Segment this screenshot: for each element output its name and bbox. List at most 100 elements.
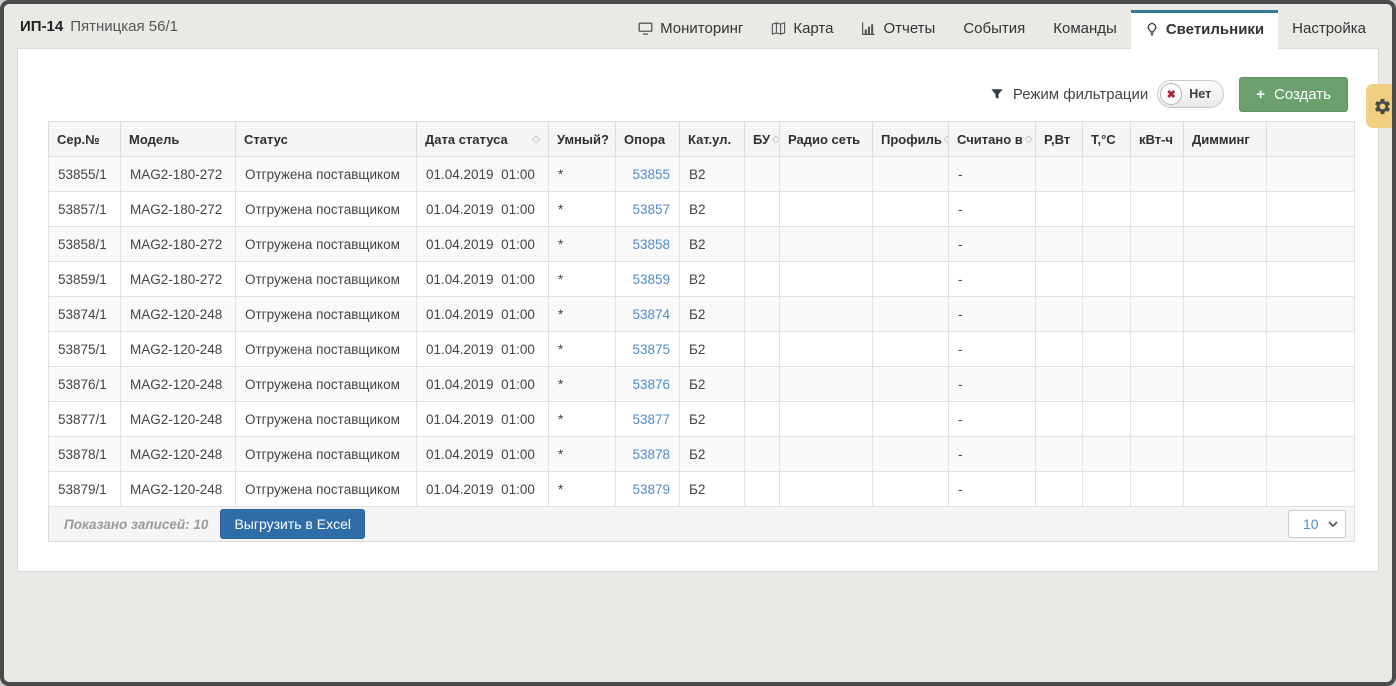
cell-dimming bbox=[1184, 437, 1267, 472]
cell-read-at: - bbox=[949, 227, 1036, 262]
cell-support: 53874 bbox=[616, 297, 680, 332]
table-row[interactable]: 53878/1MAG2-120-248Отгружена поставщиком… bbox=[49, 437, 1355, 472]
tab-events[interactable]: События bbox=[949, 10, 1039, 48]
column-label: БУ bbox=[753, 132, 770, 147]
cell-model: MAG2-180-272 bbox=[121, 157, 236, 192]
support-link[interactable]: 53857 bbox=[632, 202, 670, 217]
support-link[interactable]: 53855 bbox=[632, 167, 670, 182]
cell-status-date: 01.04.2019 01:00 bbox=[417, 262, 549, 297]
column-label: Димминг bbox=[1192, 132, 1250, 147]
toolbar: Режим фильтрации ✖ Нет + Создать bbox=[48, 75, 1348, 113]
tab-monitoring[interactable]: Мониторинг bbox=[624, 10, 757, 48]
footer-bar: Показано записей: 10 Выгрузить в Excel 1… bbox=[54, 509, 1349, 539]
table-row[interactable]: 53877/1MAG2-120-248Отгружена поставщиком… bbox=[49, 402, 1355, 437]
table-row[interactable]: 53875/1MAG2-120-248Отгружена поставщиком… bbox=[49, 332, 1355, 367]
col-dimming[interactable]: Димминг bbox=[1184, 122, 1267, 157]
cell-p-w bbox=[1036, 402, 1083, 437]
cell-status: Отгружена поставщиком bbox=[236, 472, 417, 507]
tab-commands[interactable]: Команды bbox=[1039, 10, 1131, 48]
monitor-icon bbox=[638, 21, 653, 36]
cell-model: MAG2-120-248 bbox=[121, 297, 236, 332]
cell-dimming bbox=[1184, 472, 1267, 507]
col-actions[interactable] bbox=[1267, 122, 1355, 157]
page-size-select[interactable]: 10 bbox=[1288, 510, 1346, 538]
filter-toggle[interactable]: ✖ Нет bbox=[1157, 80, 1224, 108]
tab-luminaires[interactable]: Светильники bbox=[1131, 10, 1278, 49]
col-radio-net[interactable]: Радио сеть bbox=[780, 122, 873, 157]
cell-support: 53878 bbox=[616, 437, 680, 472]
cell-smart: * bbox=[549, 402, 616, 437]
cell-street-cat: Б2 bbox=[680, 367, 745, 402]
support-link[interactable]: 53859 bbox=[632, 272, 670, 287]
tab-settings[interactable]: Настройка bbox=[1278, 10, 1380, 48]
col-profile[interactable]: Профиль◇ bbox=[873, 122, 949, 157]
cell-status-date: 01.04.2019 01:00 bbox=[417, 332, 549, 367]
cell-status: Отгружена поставщиком bbox=[236, 402, 417, 437]
cell-model: MAG2-120-248 bbox=[121, 332, 236, 367]
tab-label: Команды bbox=[1053, 20, 1117, 37]
cell-dimming bbox=[1184, 262, 1267, 297]
cell-smart: * bbox=[549, 262, 616, 297]
cell-radio-net bbox=[780, 437, 873, 472]
table-row[interactable]: 53874/1MAG2-120-248Отгружена поставщиком… bbox=[49, 297, 1355, 332]
cell-t-c bbox=[1083, 402, 1131, 437]
table-row[interactable]: 53876/1MAG2-120-248Отгружена поставщиком… bbox=[49, 367, 1355, 402]
cell-bu bbox=[745, 367, 780, 402]
cell-actions bbox=[1267, 402, 1355, 437]
cell-read-at: - bbox=[949, 437, 1036, 472]
support-link[interactable]: 53876 bbox=[632, 377, 670, 392]
cell-read-at: - bbox=[949, 402, 1036, 437]
sort-icon: ◇ bbox=[944, 134, 949, 145]
col-temp[interactable]: T,°C bbox=[1083, 122, 1131, 157]
cell-profile bbox=[873, 402, 949, 437]
support-link[interactable]: 53879 bbox=[632, 482, 670, 497]
table-row[interactable]: 53858/1MAG2-180-272Отгружена поставщиком… bbox=[49, 227, 1355, 262]
cell-serial: 53857/1 bbox=[49, 192, 121, 227]
support-link[interactable]: 53878 bbox=[632, 447, 670, 462]
col-serial[interactable]: Сер.№ bbox=[49, 122, 121, 157]
cell-bu bbox=[745, 402, 780, 437]
table-row[interactable]: 53855/1MAG2-180-272Отгружена поставщиком… bbox=[49, 157, 1355, 192]
cell-bu bbox=[745, 472, 780, 507]
cell-kwh bbox=[1131, 472, 1184, 507]
cell-actions bbox=[1267, 472, 1355, 507]
table-row[interactable]: 53857/1MAG2-180-272Отгружена поставщиком… bbox=[49, 192, 1355, 227]
cell-kwh bbox=[1131, 157, 1184, 192]
column-label: P,Вт bbox=[1044, 132, 1070, 147]
settings-gear-button[interactable] bbox=[1366, 84, 1396, 128]
col-model[interactable]: Модель bbox=[121, 122, 236, 157]
page-title: ИП-14Пятницкая 56/1 bbox=[20, 18, 178, 35]
cell-kwh bbox=[1131, 262, 1184, 297]
cell-p-w bbox=[1036, 262, 1083, 297]
cell-smart: * bbox=[549, 472, 616, 507]
cell-profile bbox=[873, 437, 949, 472]
cell-bu bbox=[745, 437, 780, 472]
col-status-date[interactable]: Дата статуса◇ bbox=[417, 122, 549, 157]
col-smart[interactable]: Умный? bbox=[549, 122, 616, 157]
export-excel-button[interactable]: Выгрузить в Excel bbox=[220, 509, 365, 539]
col-power[interactable]: P,Вт bbox=[1036, 122, 1083, 157]
tab-reports[interactable]: Отчеты bbox=[847, 10, 949, 48]
cell-model: MAG2-120-248 bbox=[121, 367, 236, 402]
col-street-cat[interactable]: Кат.ул. bbox=[680, 122, 745, 157]
table-row[interactable]: 53879/1MAG2-120-248Отгружена поставщиком… bbox=[49, 472, 1355, 507]
tab-label: Отчеты bbox=[883, 20, 935, 37]
col-support[interactable]: Опора bbox=[616, 122, 680, 157]
filter-mode-control[interactable]: Режим фильтрации ✖ Нет bbox=[990, 80, 1224, 108]
cell-street-cat: Б2 bbox=[680, 472, 745, 507]
col-read-at[interactable]: Считано в◇ bbox=[949, 122, 1036, 157]
support-link[interactable]: 53874 bbox=[632, 307, 670, 322]
tab-map[interactable]: Карта bbox=[757, 10, 847, 48]
col-kwh[interactable]: кВт-ч bbox=[1131, 122, 1184, 157]
create-button[interactable]: + Создать bbox=[1239, 77, 1348, 112]
support-link[interactable]: 53875 bbox=[632, 342, 670, 357]
cell-profile bbox=[873, 262, 949, 297]
table-row[interactable]: 53859/1MAG2-180-272Отгружена поставщиком… bbox=[49, 262, 1355, 297]
support-link[interactable]: 53877 bbox=[632, 412, 670, 427]
col-bu[interactable]: БУ◇ bbox=[745, 122, 780, 157]
cell-street-cat: В2 bbox=[680, 157, 745, 192]
cell-support: 53855 bbox=[616, 157, 680, 192]
cell-smart: * bbox=[549, 332, 616, 367]
support-link[interactable]: 53858 bbox=[632, 237, 670, 252]
col-status[interactable]: Статус bbox=[236, 122, 417, 157]
